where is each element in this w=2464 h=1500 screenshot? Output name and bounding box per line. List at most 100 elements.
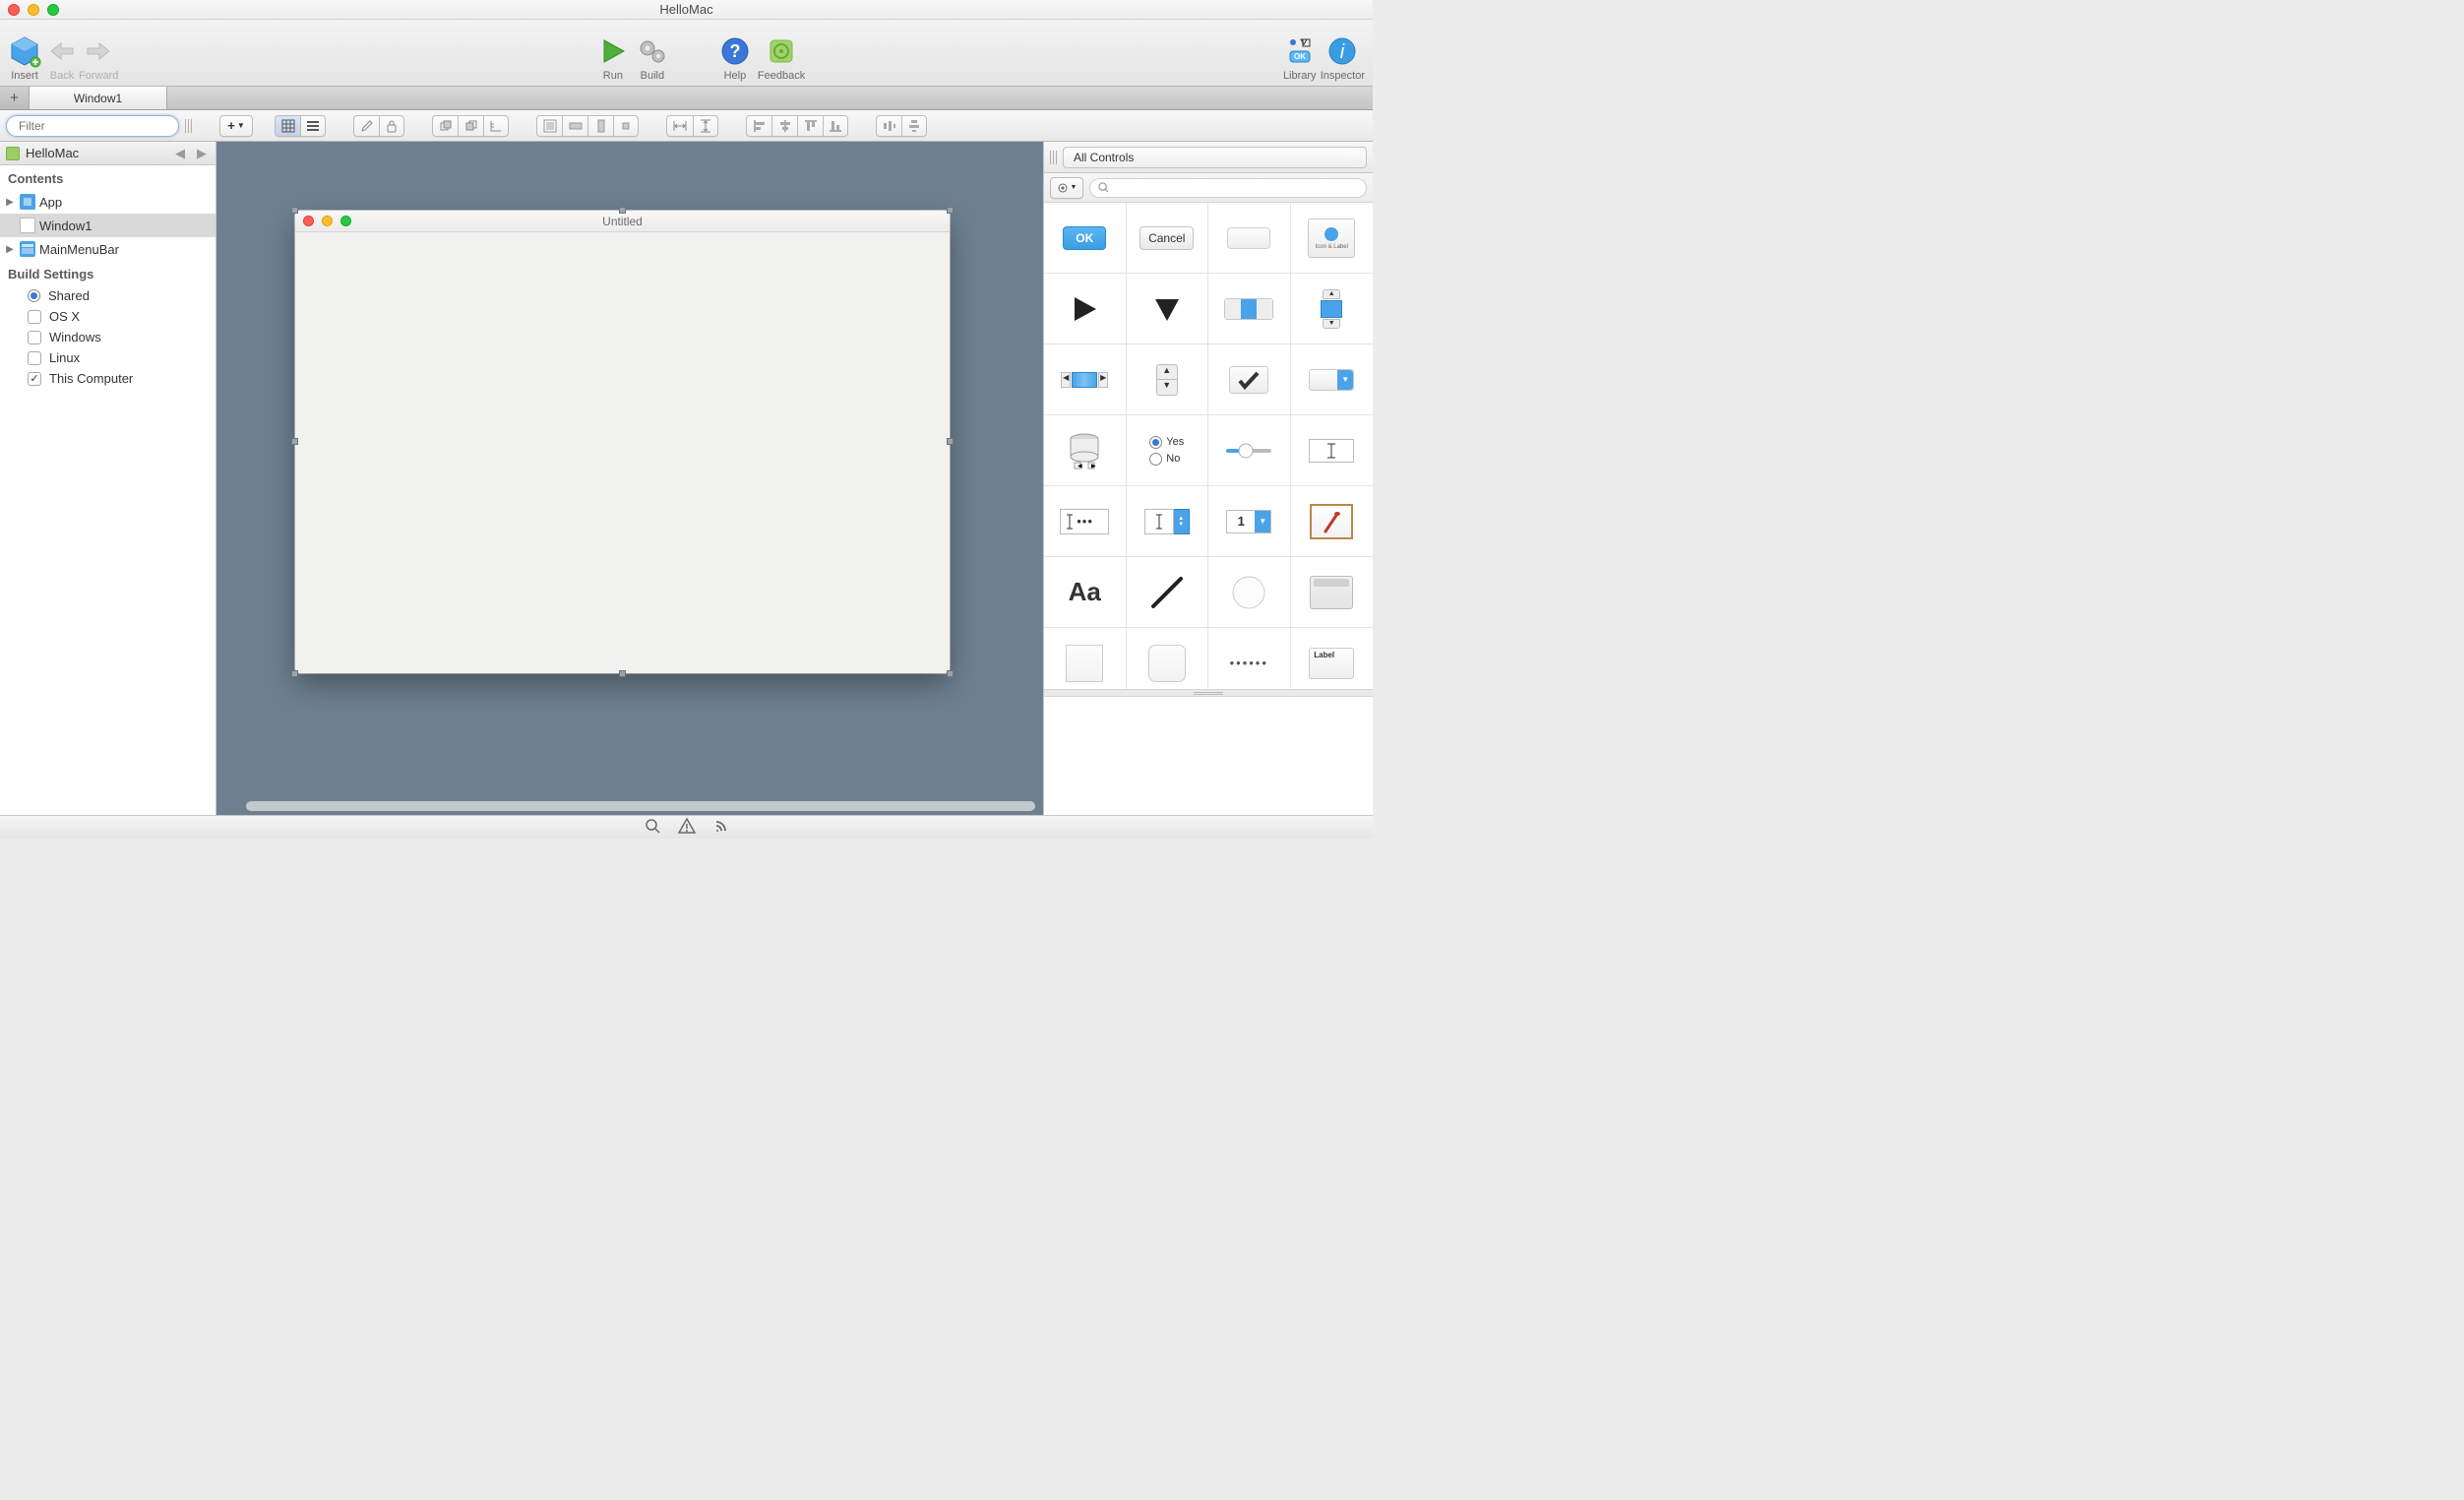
designer-window[interactable]: Untitled: [295, 211, 950, 673]
space-vertical[interactable]: [693, 115, 718, 137]
navigator-filter[interactable]: [6, 115, 179, 137]
control-password-field[interactable]: •••: [1044, 486, 1127, 557]
resize-handle[interactable]: [291, 670, 298, 677]
resize-handle[interactable]: [291, 438, 298, 445]
fill-height[interactable]: [587, 115, 613, 137]
control-combo-field[interactable]: ▲▼: [1127, 486, 1209, 557]
disclosure-icon[interactable]: ▶: [4, 197, 16, 208]
fill-width[interactable]: [562, 115, 587, 137]
align-center-h[interactable]: [771, 115, 797, 137]
align-left[interactable]: [746, 115, 771, 137]
library-grip[interactable]: [1050, 151, 1057, 164]
control-roundrect[interactable]: [1127, 628, 1209, 689]
tree-item-window1[interactable]: Window1: [0, 214, 216, 237]
library-search[interactable]: [1089, 178, 1367, 198]
control-disclosure-down[interactable]: [1127, 274, 1209, 344]
edit-button[interactable]: [353, 115, 379, 137]
resize-handle[interactable]: [947, 670, 954, 677]
tree-item-app[interactable]: ▶ App: [0, 190, 216, 214]
nav-history-back[interactable]: ◀: [172, 146, 188, 161]
navigator-filter-input[interactable]: [19, 119, 171, 133]
control-line[interactable]: [1127, 557, 1209, 628]
toolbar-forward[interactable]: Forward: [79, 20, 118, 86]
resize-handle[interactable]: [619, 670, 626, 677]
lock-button[interactable]: [379, 115, 404, 137]
control-combobox[interactable]: 1▼: [1208, 486, 1291, 557]
control-oval[interactable]: [1208, 557, 1291, 628]
control-listbox[interactable]: ◀▶: [1044, 415, 1127, 486]
project-title[interactable]: HelloMac: [26, 146, 166, 160]
order-back[interactable]: [458, 115, 483, 137]
toolbar-back-label: Back: [50, 70, 74, 82]
toolbar-help[interactable]: ? Help: [718, 20, 752, 86]
control-separator[interactable]: ••••••: [1208, 628, 1291, 689]
toolbar-build[interactable]: Build: [636, 20, 669, 86]
resize-handle[interactable]: [619, 207, 626, 214]
control-label-aa[interactable]: Aa: [1044, 557, 1127, 628]
library-gear-button[interactable]: ▼: [1050, 177, 1083, 199]
control-ok-button[interactable]: OK: [1044, 203, 1127, 274]
control-radio-group[interactable]: YesNo: [1127, 415, 1209, 486]
toolbar-library[interactable]: OK Library: [1283, 20, 1317, 86]
library-search-input[interactable]: [1109, 182, 1358, 194]
tree-item-mainmenubar[interactable]: ▶ MainMenuBar: [0, 237, 216, 261]
order-ruler[interactable]: [483, 115, 509, 137]
status-feed-icon[interactable]: [713, 818, 729, 837]
status-search-icon[interactable]: [645, 818, 660, 837]
control-slider[interactable]: [1208, 415, 1291, 486]
build-linux[interactable]: Linux: [0, 347, 216, 368]
control-segmented[interactable]: [1208, 274, 1291, 344]
add-tab-button[interactable]: +: [0, 87, 30, 109]
distribute-vertical[interactable]: [901, 115, 927, 137]
library-description-area: [1044, 697, 1373, 815]
library-resize-handle[interactable]: [1044, 689, 1373, 697]
status-warning-icon[interactable]: [678, 818, 696, 837]
nav-history-forward[interactable]: ▶: [194, 146, 210, 161]
align-top[interactable]: [797, 115, 823, 137]
layout-canvas[interactable]: Untitled: [216, 142, 1043, 815]
canvas-scrollbar[interactable]: [246, 801, 1035, 811]
editor-tab-window1[interactable]: Window1: [30, 87, 167, 109]
build-shared[interactable]: Shared: [0, 285, 216, 306]
control-textfield[interactable]: [1291, 415, 1374, 486]
align-group: [746, 115, 848, 137]
toolbar-inspector[interactable]: i Inspector: [1321, 20, 1365, 86]
control-canvas[interactable]: [1291, 486, 1374, 557]
space-horizontal[interactable]: [666, 115, 693, 137]
resize-handle[interactable]: [947, 438, 954, 445]
toolbar-insert[interactable]: Insert: [8, 20, 41, 86]
resize-handle[interactable]: [947, 207, 954, 214]
control-generic-button[interactable]: [1208, 203, 1291, 274]
order-front[interactable]: [432, 115, 458, 137]
toolbar-run[interactable]: Run: [596, 20, 630, 86]
build-windows[interactable]: Windows: [0, 327, 216, 347]
control-stepper-vertical[interactable]: ▲▼: [1291, 274, 1374, 344]
fill-parent[interactable]: [536, 115, 562, 137]
control-disclosure-right[interactable]: [1044, 274, 1127, 344]
distribute-horizontal[interactable]: [876, 115, 901, 137]
control-checkbox[interactable]: [1208, 344, 1291, 415]
toolbar-back[interactable]: Back: [45, 20, 79, 86]
control-rectangle[interactable]: [1044, 628, 1127, 689]
control-bevel-button[interactable]: Icon & Label: [1291, 203, 1374, 274]
toolbar-inspector-label: Inspector: [1321, 70, 1365, 82]
control-popup-menu[interactable]: ▼: [1291, 344, 1374, 415]
align-bottom[interactable]: [823, 115, 848, 137]
control-scrollbar[interactable]: ◀▶: [1044, 344, 1127, 415]
control-label[interactable]: Label: [1291, 628, 1374, 689]
build-osx[interactable]: OS X: [0, 306, 216, 327]
add-item-button[interactable]: +▼: [219, 115, 253, 137]
control-cancel-button[interactable]: Cancel: [1127, 203, 1209, 274]
toolbar-feedback[interactable]: Feedback: [758, 20, 805, 86]
disclosure-icon[interactable]: ▶: [4, 244, 16, 255]
library-filter-dropdown[interactable]: All Controls ▲▼: [1063, 147, 1367, 168]
build-this-computer[interactable]: ✓This Computer: [0, 368, 216, 389]
control-groupbox[interactable]: [1291, 557, 1374, 628]
view-mode-layout[interactable]: [275, 115, 300, 137]
toolbar-grip[interactable]: [185, 119, 192, 133]
view-mode-list[interactable]: [300, 115, 326, 137]
control-updown[interactable]: ▲▼: [1127, 344, 1209, 415]
fill-center[interactable]: [613, 115, 639, 137]
resize-handle[interactable]: [291, 207, 298, 214]
tree-item-label: Window1: [39, 219, 92, 233]
